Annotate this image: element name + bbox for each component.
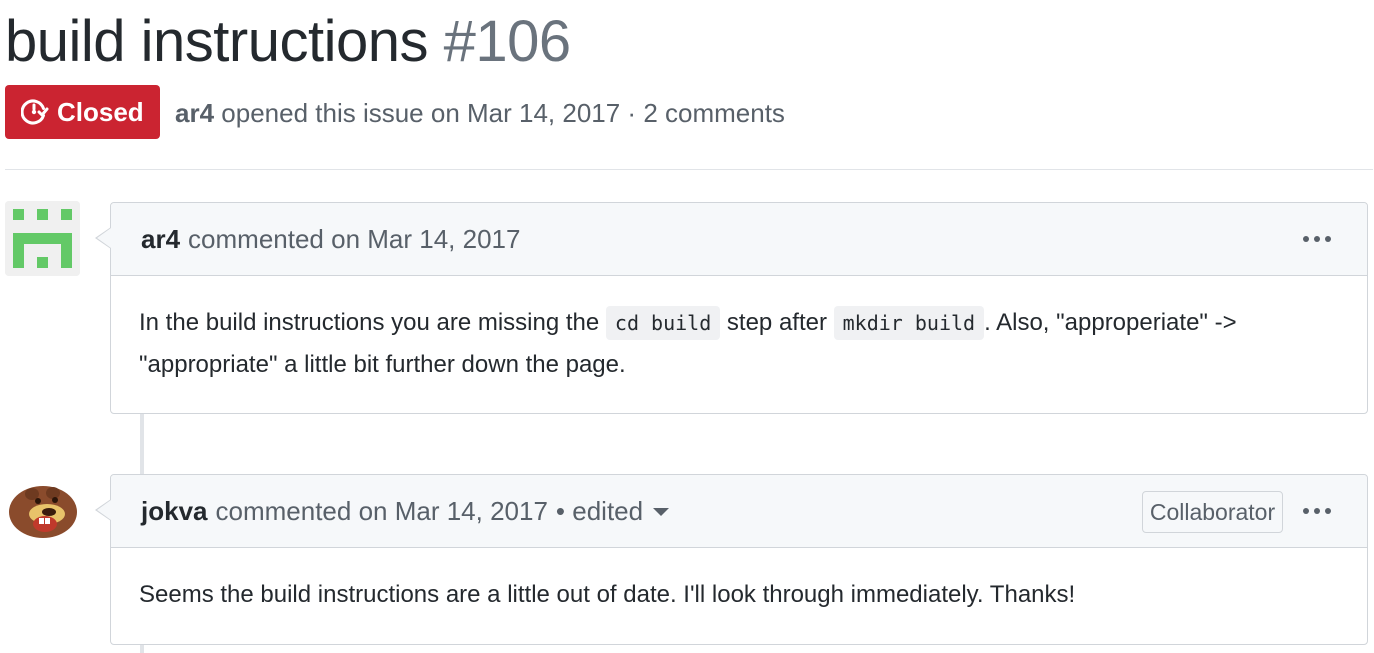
collaborator-badge: Collaborator <box>1142 491 1283 533</box>
header-divider <box>5 169 1373 170</box>
comment-author[interactable]: ar4 <box>141 224 180 255</box>
kebab-dot-icon <box>1325 508 1331 514</box>
kebab-dot-icon <box>1303 236 1309 242</box>
issue-meta: ar4 opened this issue on Mar 14, 2017 · … <box>175 97 785 129</box>
inline-code: mkdir build <box>833 306 985 340</box>
identicon-icon <box>5 201 80 276</box>
comment-options-button[interactable] <box>1303 502 1331 520</box>
comment-header: ar4 commented on Mar 14, 2017 <box>111 203 1367 276</box>
issue-title-text: build instructions <box>5 9 429 74</box>
issue-state-label: Closed <box>57 96 144 127</box>
comment: jokva commented on Mar 14, 2017 • edited… <box>95 474 1368 645</box>
comment-paragraph: Seems the build instructions are a littl… <box>139 581 1076 608</box>
kebab-dot-icon <box>1314 236 1320 242</box>
issue-page: build instructions #106 Closed ar4 opene… <box>0 0 1374 653</box>
kebab-dot-icon <box>1303 508 1309 514</box>
avatar[interactable] <box>5 201 80 276</box>
issue-title: build instructions #106 <box>5 4 571 80</box>
issue-state-badge: Closed <box>5 85 160 139</box>
beaver-avatar-icon <box>5 474 80 549</box>
kebab-dot-icon <box>1314 508 1320 514</box>
comment-author[interactable]: jokva <box>141 496 208 527</box>
comment-timestamp[interactable]: commented on Mar 14, 2017 <box>188 224 520 255</box>
edited-dropdown[interactable]: • edited <box>555 495 670 527</box>
issue-opened-text: opened this issue on Mar 14, 2017 · 2 co… <box>214 98 785 128</box>
comment-header: jokva commented on Mar 14, 2017 • edited… <box>111 475 1367 548</box>
comment-body: Seems the build instructions are a littl… <box>111 548 1367 616</box>
kebab-dot-icon <box>1325 236 1331 242</box>
comment-timestamp[interactable]: commented on Mar 14, 2017 <box>216 496 548 527</box>
comment-body: In the build instructions you are missin… <box>111 276 1367 386</box>
issue-number: #106 <box>443 9 572 74</box>
comment-options-button[interactable] <box>1303 230 1331 248</box>
issue-closed-icon <box>21 98 49 126</box>
issue-author-link[interactable]: ar4 <box>175 98 214 128</box>
comment-text: step after <box>720 309 834 336</box>
inline-code: cd build <box>605 306 721 340</box>
avatar[interactable] <box>5 474 80 549</box>
comment-text: In the build instructions you are missin… <box>139 309 606 336</box>
comment-paragraph: In the build instructions you are missin… <box>139 302 1339 386</box>
comment: ar4 commented on Mar 14, 2017 In the bui… <box>95 202 1368 414</box>
edited-label: • edited <box>555 495 644 526</box>
caret-down-icon <box>653 508 670 516</box>
